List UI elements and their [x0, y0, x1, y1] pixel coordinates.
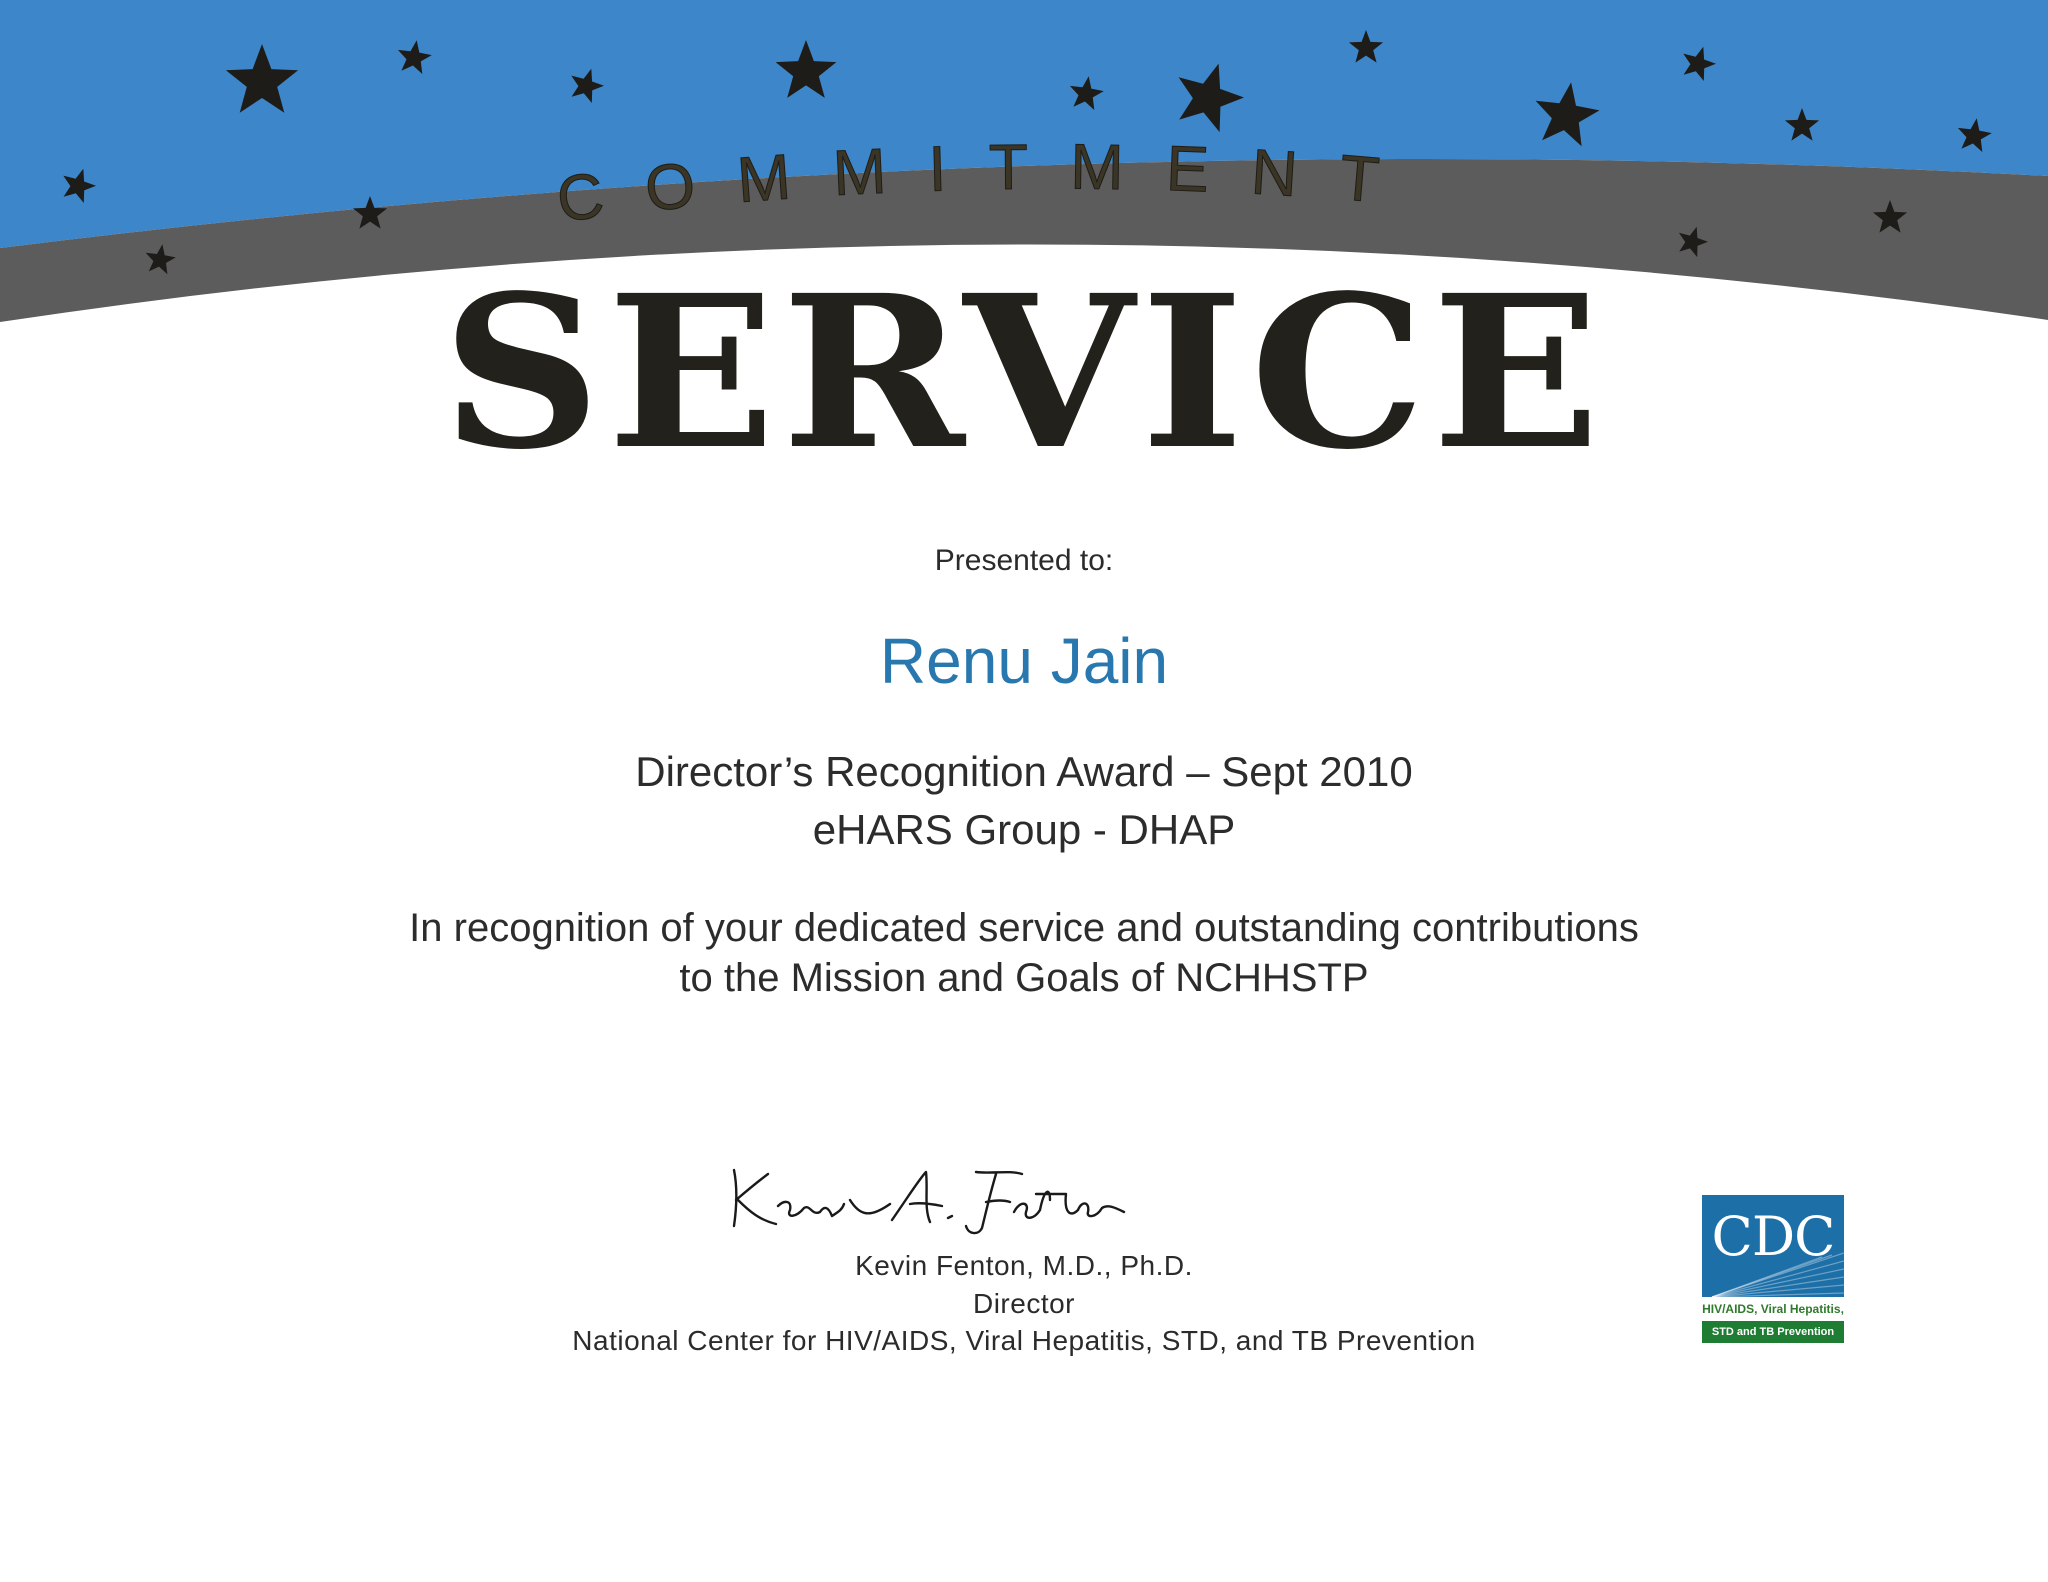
- presented-label: Presented to:: [934, 544, 1114, 577]
- cdc-logo-blue-panel: CDC: [1702, 1195, 1844, 1297]
- cdc-logo-subtitle-1: HIV/AIDS, Viral Hepatitis,: [1702, 1297, 1844, 1321]
- award-name: Director’s Recognition Award – Sept 2010: [635, 748, 1413, 795]
- recognition-line-1: In recognition of your dedicated service…: [409, 906, 1639, 950]
- recognition-line-2: to the Mission and Goals of NCHHSTP: [679, 956, 1369, 1000]
- certificate: COMMITMENT TO SERVICE Presented to: Renu…: [0, 0, 2048, 1582]
- certificate-title: SERVICE: [441, 249, 1607, 496]
- award-group: eHARS Group - DHAP: [812, 806, 1236, 853]
- cdc-logo-subtitle-2: STD and TB Prevention: [1702, 1321, 1844, 1343]
- signature: [732, 1168, 1126, 1235]
- cdc-logo-letters: CDC: [1711, 1205, 1836, 1268]
- cdc-logo: CDC HIV/AIDS, Viral Hepatitis, STD and T…: [1702, 1195, 1844, 1343]
- recipient-name: Renu Jain: [879, 625, 1169, 697]
